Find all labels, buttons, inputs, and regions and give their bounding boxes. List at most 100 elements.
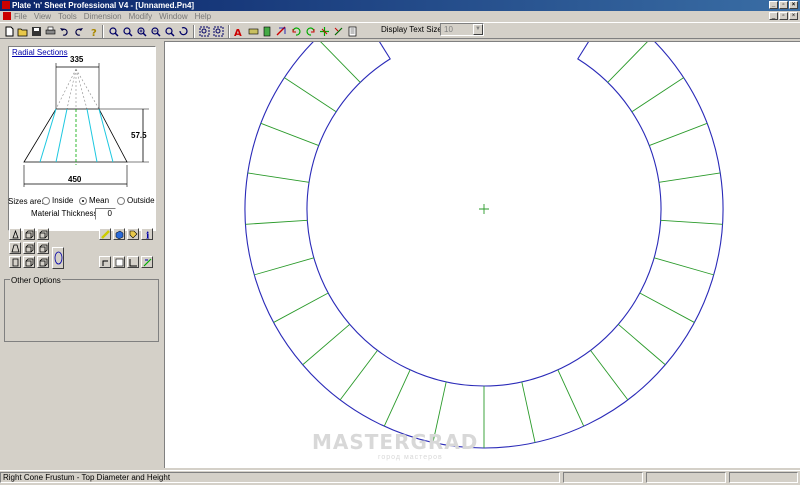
shape-pyramid-button[interactable]: [23, 256, 35, 268]
menu-tools[interactable]: Tools: [58, 12, 77, 21]
radial-section-line: [383, 369, 411, 427]
radial-section-line: [339, 350, 378, 401]
radial-section-line: [247, 172, 310, 183]
zoom-extents-icon[interactable]: [107, 25, 119, 37]
radial-section-line: [245, 219, 308, 225]
mirror-icon[interactable]: [332, 25, 344, 37]
shape-branch-button[interactable]: [37, 256, 49, 268]
material-thickness-label: Material Thickness: [31, 209, 98, 218]
zoom-all-icon[interactable]: [198, 25, 210, 37]
window-title: Plate 'n' Sheet Professional V4 - [Unnam…: [12, 1, 195, 10]
document-icon[interactable]: [3, 12, 11, 20]
display-text-size-select[interactable]: 10 ▼: [440, 23, 484, 36]
status-panel-2: [563, 472, 643, 483]
radio-inside-label: Inside: [52, 196, 74, 205]
radial-section-line: [302, 324, 351, 366]
info-icon[interactable]: i: [141, 228, 153, 240]
menu-file[interactable]: File: [14, 12, 27, 21]
menu-window[interactable]: Window: [159, 12, 187, 21]
radial-section-line: [320, 42, 361, 83]
toolbar-separator: [193, 25, 195, 38]
shape-offset-button[interactable]: [37, 242, 49, 254]
new-file-icon[interactable]: [3, 25, 15, 37]
close-button[interactable]: ×: [789, 1, 798, 9]
watermark-subtext: город мастеров: [378, 454, 443, 461]
sizes-are-label: Sizes are:: [8, 197, 44, 206]
bend-icon[interactable]: [99, 256, 111, 268]
menu-view[interactable]: View: [34, 12, 51, 21]
shape-frustum-button[interactable]: [9, 242, 21, 254]
radio-inside[interactable]: Inside: [42, 196, 73, 205]
export-icon[interactable]: [141, 256, 153, 268]
shape-elbow-button[interactable]: [9, 256, 21, 268]
save-icon[interactable]: [30, 25, 42, 37]
print-icon[interactable]: [44, 25, 56, 37]
material-thickness-input[interactable]: 0: [95, 208, 116, 220]
shape-hopper-button[interactable]: [23, 242, 35, 254]
tag-icon[interactable]: [127, 228, 139, 240]
radio-mean[interactable]: Mean: [79, 196, 109, 205]
flip-icon[interactable]: [318, 25, 330, 37]
radio-mean-label: Mean: [89, 196, 110, 205]
zoom-previous-icon[interactable]: [163, 25, 175, 37]
bottom-diameter-label: 450: [68, 175, 82, 184]
shape-transition-button[interactable]: [37, 228, 49, 240]
radial-section-line: [521, 381, 536, 443]
status-panel-3: [646, 472, 726, 483]
minimize-button[interactable]: _: [769, 1, 778, 9]
layer-icon[interactable]: [261, 25, 273, 37]
3d-view-icon[interactable]: [113, 228, 125, 240]
radial-section-line: [639, 292, 695, 323]
zoom-out-icon[interactable]: [149, 25, 161, 37]
menu-bar: File View Tools Dimension Modify Window Help: [0, 11, 800, 22]
display-text-size-label: Display Text Size:: [381, 25, 444, 34]
svg-text:i: i: [146, 231, 150, 239]
menu-dimension[interactable]: Dimension: [84, 12, 122, 21]
rotate-ccw-icon[interactable]: [304, 25, 316, 37]
svg-text:?: ?: [91, 28, 97, 37]
restore-button[interactable]: ▫: [779, 1, 788, 9]
app-icon[interactable]: [2, 1, 10, 9]
help-icon[interactable]: ?: [87, 25, 99, 37]
layout-icon[interactable]: [113, 256, 125, 268]
doc-close-button[interactable]: ×: [789, 12, 798, 20]
zoom-in-icon[interactable]: [135, 25, 147, 37]
open-folder-icon[interactable]: [16, 25, 28, 37]
radial-section-line: [557, 369, 585, 427]
rotate-cw-icon[interactable]: [290, 25, 302, 37]
radial-section-line: [654, 257, 714, 276]
menu-help[interactable]: Help: [195, 12, 211, 21]
radial-section-line: [617, 324, 666, 366]
sheet-icon[interactable]: [127, 256, 139, 268]
radial-section-line: [254, 257, 314, 276]
ruler-icon[interactable]: [99, 228, 111, 240]
radio-outside[interactable]: Outside: [117, 196, 155, 205]
doc-restore-button[interactable]: ▫: [779, 12, 788, 20]
chevron-down-icon[interactable]: ▼: [473, 24, 483, 35]
properties-icon[interactable]: [346, 25, 358, 37]
menu-modify[interactable]: Modify: [129, 12, 153, 21]
redraw-icon[interactable]: [177, 25, 189, 37]
top-diameter-label: 335: [70, 55, 84, 64]
radio-outside-label: Outside: [127, 196, 155, 205]
dimension-icon[interactable]: [247, 25, 259, 37]
doc-minimize-button[interactable]: _: [769, 12, 778, 20]
toolbar-separator: [102, 25, 104, 38]
shape-box-button[interactable]: [23, 228, 35, 240]
toolbar-separator: [228, 25, 230, 38]
drawing-canvas[interactable]: [164, 41, 800, 468]
rotate-icon[interactable]: [275, 25, 287, 37]
redo-icon[interactable]: [72, 25, 84, 37]
shape-cone-button[interactable]: [9, 228, 21, 240]
pan-icon[interactable]: [212, 25, 224, 37]
other-options-label: Other Options: [10, 276, 62, 285]
center-crosshair: [479, 204, 489, 214]
shape-sphere-button[interactable]: [52, 247, 64, 269]
radial-section-line: [649, 122, 708, 146]
watermark-text: MASTERGRAD: [312, 430, 479, 454]
title-bar: Plate 'n' Sheet Professional V4 - [Unnam…: [0, 0, 800, 11]
status-bar: Right Cone Frustum - Top Diameter and He…: [0, 470, 800, 485]
zoom-window-icon[interactable]: [121, 25, 133, 37]
undo-icon[interactable]: [58, 25, 70, 37]
text-icon[interactable]: A: [233, 25, 245, 37]
